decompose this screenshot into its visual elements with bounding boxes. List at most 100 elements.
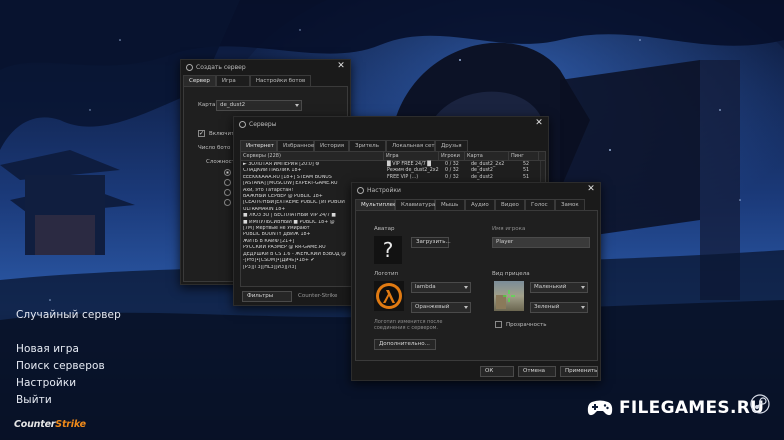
player-name-input[interactable]: Player: [492, 237, 590, 248]
bot-count-label: Число бото: [198, 145, 231, 151]
tab-lock[interactable]: Замок: [555, 199, 585, 210]
chevron-down-icon: [581, 286, 585, 289]
tab-friends[interactable]: Друзья: [435, 140, 468, 151]
tab-game[interactable]: Игра: [215, 75, 250, 86]
tab-video[interactable]: Видео: [495, 199, 525, 210]
logo-label: Логотип: [374, 271, 399, 277]
logo-note: Логотип изменится после соединения с сер…: [374, 319, 443, 331]
server-list-header: Серверы (228) Игра Игроки Карта Пинг: [241, 152, 545, 161]
difficulty-radio-expert[interactable]: [224, 199, 231, 206]
crosshair-color-value: Зеленый: [534, 304, 560, 310]
menu-find-servers[interactable]: Поиск серверов: [16, 360, 105, 372]
game-logo: CounterStrike: [14, 419, 86, 430]
cancel-button[interactable]: Отмена: [518, 366, 556, 377]
logo-counter: Counter: [14, 419, 56, 430]
settings-panel: Аватар ? Загрузить... Имя игрока Player …: [355, 210, 598, 361]
servers-title: Серверы: [249, 120, 277, 128]
col-header-game[interactable]: Игра: [384, 152, 439, 160]
apply-button[interactable]: Применить: [560, 366, 598, 377]
menu-random-server[interactable]: Случайный сервер: [16, 309, 121, 321]
col-header-map[interactable]: Карта: [465, 152, 509, 160]
tab-audio[interactable]: Аудио: [465, 199, 495, 210]
server-ping-column: 52 51 51: [523, 162, 529, 181]
logo-color-value: Оранжевый: [415, 304, 450, 310]
crosshair-preview: [494, 281, 524, 311]
upload-avatar-button[interactable]: Загрузить...: [411, 237, 451, 248]
player-name-label: Имя игрока: [492, 226, 526, 232]
lambda-logo-image: [374, 281, 404, 311]
lambda-icon: [376, 283, 402, 309]
steam-small-icon: [186, 63, 193, 71]
server-row-ping[interactable]: 51: [523, 175, 529, 181]
tab-internet[interactable]: Интернет: [240, 140, 277, 151]
ok-button[interactable]: ОК: [480, 366, 514, 377]
tab-multiplayer[interactable]: Мультиплеер: [355, 199, 400, 210]
menu-settings[interactable]: Настройки: [16, 377, 76, 389]
map-dropdown[interactable]: de_dust2: [216, 100, 302, 111]
tab-voice[interactable]: Голос: [525, 199, 555, 210]
menu-quit[interactable]: Выйти: [16, 394, 52, 406]
servers-titlebar[interactable]: Серверы: [234, 117, 548, 131]
tab-server[interactable]: Сервер: [183, 75, 216, 86]
crosshair-icon: [496, 290, 515, 309]
col-header-players[interactable]: Игроки: [439, 152, 465, 160]
player-name-value: Player: [496, 239, 514, 245]
logo-color-select[interactable]: Оранжевый: [411, 302, 471, 313]
enable-bots-checkbox[interactable]: ✓: [198, 130, 205, 137]
avatar-placeholder: ?: [382, 238, 394, 262]
tab-bot-settings[interactable]: Настройки ботов: [249, 75, 312, 86]
server-map-column: de_dust2_2x2 de_dust2 de_dust2: [471, 162, 504, 181]
watermark-text: FILEGAMES.RU: [619, 398, 765, 418]
watermark: FILEGAMES.RU: [587, 398, 764, 418]
steam-icon[interactable]: [750, 394, 770, 414]
server-row-players[interactable]: 0 / 32: [445, 175, 459, 181]
settings-tabs: Мультиплеер Клавиатура Мышь Аудио Видео …: [355, 199, 585, 210]
logo-select-value: lambda: [415, 284, 436, 290]
close-icon[interactable]: ✕: [336, 61, 346, 71]
advanced-button[interactable]: Дополнительно...: [374, 339, 436, 350]
server-row-players[interactable]: 0 / 32: [445, 168, 459, 174]
server-players-column: 0 / 32 0 / 32 0 / 32: [445, 162, 459, 181]
difficulty-radio-easy[interactable]: [224, 169, 231, 176]
tab-lan[interactable]: Локальная сеть: [386, 140, 438, 151]
transparency-checkbox[interactable]: [495, 321, 502, 328]
chevron-down-icon: [295, 104, 299, 107]
settings-window: Настройки ✕ Мультиплеер Клавиатура Мышь …: [351, 182, 601, 381]
tab-spectate[interactable]: Зритель: [349, 140, 386, 151]
settings-titlebar[interactable]: Настройки: [352, 183, 600, 197]
logo-select[interactable]: lambda: [411, 282, 471, 293]
crosshair-size-value: Маленький: [534, 284, 567, 290]
create-server-title: Создать сервер: [196, 63, 246, 71]
difficulty-radio-normal[interactable]: [224, 179, 231, 186]
create-server-tabs: Сервер Игра Настройки ботов: [183, 75, 312, 86]
close-icon[interactable]: ✕: [586, 184, 596, 194]
server-row-map[interactable]: de_dust2: [471, 175, 504, 181]
col-header-ping[interactable]: Пинг: [509, 152, 539, 160]
menu-new-game[interactable]: Новая игра: [16, 343, 79, 355]
map-label: Карта: [198, 102, 216, 108]
servers-tabs: Интернет Избранное История Зритель Локал…: [240, 140, 468, 151]
col-header-servers[interactable]: Серверы (228): [241, 152, 384, 160]
chevron-down-icon: [464, 306, 468, 309]
map-value: de_dust2: [220, 102, 246, 108]
create-server-titlebar[interactable]: Создать сервер: [181, 60, 350, 74]
server-row-game[interactable]: FREE VIP (...): [387, 175, 439, 181]
server-row-ping[interactable]: 51: [523, 168, 529, 174]
steam-small-icon: [239, 120, 246, 128]
crosshair-size-select[interactable]: Маленький: [530, 282, 588, 293]
avatar-image: ?: [374, 236, 402, 264]
server-row-game[interactable]: Режим de_dust2_2x2: [387, 168, 439, 174]
transparency-label: Прозрачность: [506, 322, 547, 328]
tab-keyboard[interactable]: Клавиатура: [395, 199, 435, 210]
tab-favorites[interactable]: Избранное: [277, 140, 314, 151]
logo-strike: Strike: [55, 419, 86, 430]
tab-history[interactable]: История: [314, 140, 349, 151]
difficulty-radio-hard[interactable]: [224, 189, 231, 196]
crosshair-color-select[interactable]: Зеленый: [530, 302, 588, 313]
tab-mouse[interactable]: Мышь: [435, 199, 465, 210]
filters-button[interactable]: Фильтры: [242, 291, 292, 302]
steam-small-icon: [357, 186, 364, 194]
close-icon[interactable]: ✕: [534, 118, 544, 128]
avatar-label: Аватар: [374, 226, 395, 232]
server-game-column: █ VIP FREE 24/7 █ Режим de_dust2_2x2 FREE …: [387, 162, 439, 181]
